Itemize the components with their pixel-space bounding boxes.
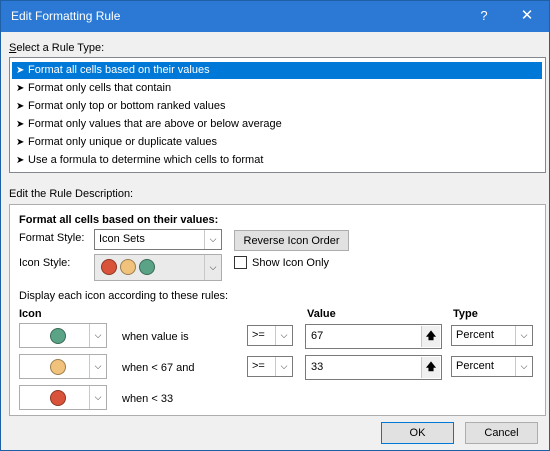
yellow-circle-icon (50, 359, 66, 375)
icon-style-select[interactable]: ⌵ (94, 254, 222, 281)
rule-description-panel: Format all cells based on their values: … (9, 204, 546, 416)
arrow-right-icon: ➤ (16, 137, 25, 148)
chevron-down-icon: ⌵ (515, 326, 532, 345)
arrow-right-icon: ➤ (16, 65, 25, 76)
value-column-header: Value (307, 308, 336, 320)
icon-style-label: Icon Style: (19, 257, 71, 269)
arrow-right-icon: ➤ (16, 119, 25, 130)
red-circle-icon (50, 390, 66, 406)
format-style-select[interactable]: Icon Sets ⌵ (94, 229, 222, 250)
format-style-label: Format Style: (19, 232, 85, 244)
type-value: Percent (456, 360, 494, 372)
chevron-down-icon: ⌵ (515, 357, 532, 376)
icon-column-header: Icon (19, 308, 42, 320)
edit-formatting-rule-dialog: Edit Formatting Rule ? ✕ Select a Rule T… (0, 0, 550, 451)
chevron-down-icon: ⌵ (89, 355, 106, 378)
type-select-row-2[interactable]: Percent ⌵ (451, 356, 533, 377)
icon-select-row-1[interactable]: ⌵ (19, 323, 107, 348)
green-circle-icon (50, 328, 66, 344)
operator-value: >= (252, 360, 265, 372)
rule-type-item[interactable]: ➤ Format all cells based on their values (12, 62, 542, 79)
icon-select-row-3[interactable]: ⌵ (19, 385, 107, 410)
rule-type-item[interactable]: ➤ Format only unique or duplicate values (12, 134, 542, 151)
chevron-down-icon: ⌵ (204, 230, 221, 249)
collapse-arrow-icon[interactable]: 🡅 (421, 357, 440, 378)
dialog-title: Edit Formatting Rule (11, 9, 121, 23)
rule-description-label: Edit the Rule Description: (9, 188, 134, 200)
rule-type-item[interactable]: ➤ Format only values that are above or be… (12, 116, 542, 133)
ok-button[interactable]: OK (381, 422, 454, 444)
operator-select-row-2[interactable]: >= ⌵ (247, 356, 293, 377)
rule-type-item[interactable]: ➤ Use a formula to determine which cells … (12, 152, 542, 169)
type-select-row-1[interactable]: Percent ⌵ (451, 325, 533, 346)
arrow-right-icon: ➤ (16, 101, 25, 112)
value-text: 33 (311, 361, 324, 373)
green-circle-icon (139, 259, 155, 275)
red-circle-icon (101, 259, 117, 275)
close-icon[interactable]: ✕ (509, 1, 545, 32)
value-input-row-1[interactable]: 67 🡅 (305, 324, 442, 349)
cancel-button[interactable]: Cancel (465, 422, 538, 444)
chevron-down-icon: ⌵ (275, 357, 292, 376)
arrow-right-icon: ➤ (16, 155, 25, 166)
condition-text-row-1: when value is (122, 331, 189, 343)
chevron-down-icon: ⌵ (275, 326, 292, 345)
show-icon-only-checkbox[interactable] (234, 256, 247, 269)
show-icon-only-label: Show Icon Only (252, 257, 330, 269)
rule-type-item[interactable]: ➤ Format only cells that contain (12, 80, 542, 97)
collapse-arrow-icon[interactable]: 🡅 (421, 326, 440, 347)
rule-type-label: Select a Rule Type: (9, 42, 105, 54)
operator-select-row-1[interactable]: >= ⌵ (247, 325, 293, 346)
chevron-down-icon: ⌵ (89, 386, 106, 409)
value-input-row-2[interactable]: 33 🡅 (305, 355, 442, 380)
condition-text-row-2: when < 67 and (122, 362, 195, 374)
operator-value: >= (252, 329, 265, 341)
condition-text-row-3: when < 33 (122, 393, 174, 405)
chevron-down-icon: ⌵ (89, 324, 106, 347)
yellow-circle-icon (120, 259, 136, 275)
description-heading: Format all cells based on their values: (19, 214, 219, 226)
value-text: 67 (311, 330, 324, 342)
type-value: Percent (456, 329, 494, 341)
rule-type-list[interactable]: ➤ Format all cells based on their values … (9, 57, 546, 173)
format-style-value: Icon Sets (99, 233, 145, 245)
icon-select-row-2[interactable]: ⌵ (19, 354, 107, 379)
display-rules-label: Display each icon according to these rul… (19, 290, 229, 302)
help-icon[interactable]: ? (466, 1, 502, 32)
title-bar[interactable]: Edit Formatting Rule ? ✕ (1, 1, 549, 32)
reverse-icon-order-button[interactable]: Reverse Icon Order (234, 230, 349, 251)
chevron-down-icon: ⌵ (204, 255, 221, 280)
rule-type-item[interactable]: ➤ Format only top or bottom ranked values (12, 98, 542, 115)
type-column-header: Type (453, 308, 478, 320)
arrow-right-icon: ➤ (16, 83, 25, 94)
